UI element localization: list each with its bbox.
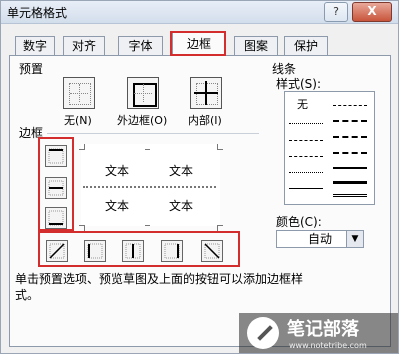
close-button[interactable]: X	[352, 2, 392, 22]
title-bar: 单元格格式 ? X	[1, 1, 398, 24]
line-style-thin[interactable]	[289, 188, 323, 189]
pen-logo-icon	[247, 317, 279, 349]
middle-horizontal-border-icon	[48, 180, 64, 196]
left-border-icon	[87, 243, 103, 259]
outline-border-icon	[133, 83, 157, 107]
watermark-title: 笔记部落	[287, 319, 359, 340]
chevron-down-icon[interactable]: ▼	[346, 231, 363, 247]
line-style-double[interactable]	[333, 194, 367, 197]
line-style-dotted[interactable]	[289, 140, 323, 141]
preset-inside-label: 内部(I)	[188, 114, 222, 127]
right-border-button[interactable]	[161, 240, 183, 262]
line-style-none[interactable]: 无	[297, 96, 308, 112]
presets-heading: 预置	[19, 62, 44, 76]
left-border-button[interactable]	[84, 240, 106, 262]
tab-font[interactable]: 字体	[118, 36, 163, 56]
tab-alignment[interactable]: 对齐	[63, 36, 105, 56]
middle-horizontal-border-button[interactable]	[45, 177, 67, 199]
preview-middle-line	[83, 186, 216, 188]
dialog-title: 单元格格式	[7, 6, 68, 20]
diagonal-up-border-icon	[49, 243, 65, 259]
preset-outline-button[interactable]	[127, 77, 159, 109]
border-preview[interactable]	[81, 144, 220, 226]
line-style-medium-dashed[interactable]	[333, 152, 367, 154]
right-border-icon	[164, 243, 180, 259]
preset-inside-button[interactable]	[190, 77, 222, 109]
line-style-hair[interactable]	[289, 123, 323, 124]
bottom-border-icon	[48, 210, 64, 226]
watermark: 笔记部落 www.notetribe.com	[239, 313, 398, 353]
watermark-url: www.notetribe.com	[289, 341, 367, 350]
help-button[interactable]: ?	[324, 2, 348, 22]
format-cells-dialog: 单元格格式 ? X 数字 对齐 字体 边框 图案 保护 预置 无(N) 外边框(…	[0, 0, 399, 354]
diagonal-up-border-button[interactable]	[46, 240, 68, 262]
tab-patterns[interactable]: 图案	[234, 36, 278, 56]
preset-none-label: 无(N)	[64, 114, 92, 127]
line-style-dash-dot[interactable]	[289, 172, 323, 173]
tab-protection[interactable]: 保护	[284, 36, 328, 56]
preview-text: 文本	[169, 199, 194, 213]
preview-text: 文本	[105, 164, 130, 178]
line-style-thick[interactable]	[333, 181, 367, 184]
preset-outline-label: 外边框(O)	[117, 114, 168, 127]
line-style-medium[interactable]	[333, 167, 367, 169]
preview-text: 文本	[169, 164, 194, 178]
tab-number[interactable]: 数字	[15, 36, 55, 56]
diagonal-down-border-button[interactable]	[201, 240, 223, 262]
line-style-medium-dash-dot[interactable]	[333, 136, 367, 138]
inside-border-icon	[196, 83, 218, 105]
top-border-button[interactable]	[45, 145, 67, 167]
line-style-dash-dot-dot[interactable]	[289, 156, 323, 157]
line-style-medium-dash-dot-dot[interactable]	[333, 105, 367, 106]
middle-vertical-border-icon	[125, 243, 141, 259]
color-label: 颜色(C):	[276, 215, 322, 229]
no-border-icon	[69, 83, 91, 105]
hint-text: 单击预置选项、预览草图及上面的按钮可以添加边框样式。	[15, 272, 304, 302]
top-border-icon	[48, 148, 64, 164]
bottom-border-button[interactable]	[45, 207, 67, 229]
diagonal-down-border-icon	[204, 243, 220, 259]
border-divider	[47, 133, 259, 134]
style-label: 样式(S):	[276, 77, 322, 91]
middle-vertical-border-button[interactable]	[122, 240, 144, 262]
active-tab-highlight	[170, 31, 226, 56]
line-style-list[interactable]: 无	[284, 91, 375, 205]
line-style-slant-dash-dot[interactable]	[333, 120, 367, 122]
preview-text: 文本	[105, 199, 130, 213]
preset-none-button[interactable]	[63, 77, 95, 109]
